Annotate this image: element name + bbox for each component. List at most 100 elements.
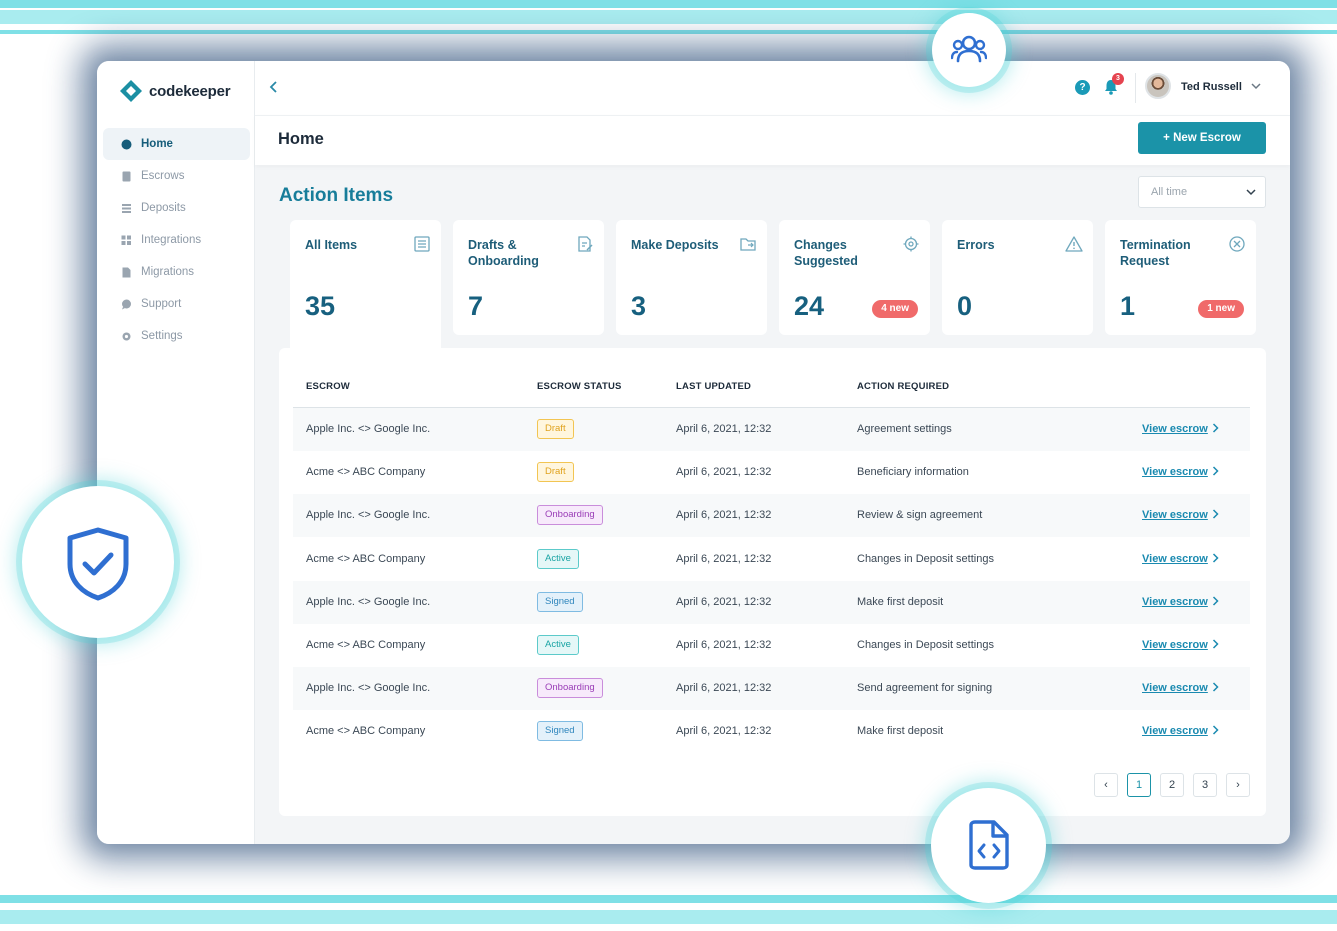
help-icon[interactable]: ? — [1075, 80, 1090, 95]
card-label: Errors — [957, 238, 995, 252]
collapse-sidebar-button[interactable] — [269, 80, 279, 96]
status-badge: Onboarding — [537, 678, 603, 699]
card-label: Make Deposits — [631, 238, 719, 252]
chevron-right-icon[interactable] — [1212, 508, 1219, 522]
sidebar-item-support[interactable]: Support — [103, 288, 250, 320]
sidebar-item-label: Integrations — [141, 234, 202, 246]
sidebar-item-integrations[interactable]: Integrations — [103, 224, 250, 256]
table-row[interactable]: Acme <> ABC Company Draft April 6, 2021, 1… — [293, 451, 1250, 494]
home-icon — [121, 139, 132, 149]
action-required: Make first deposit — [857, 595, 944, 608]
view-escrow-link[interactable]: View escrow — [1142, 639, 1208, 651]
decor-stripe — [0, 10, 1337, 24]
table-row[interactable]: Acme <> ABC Company Signed April 6, 2021, … — [293, 710, 1250, 753]
card-value: 3 — [631, 291, 647, 321]
chevron-right-icon[interactable] — [1212, 552, 1219, 566]
warning-icon — [1065, 236, 1083, 252]
new-items-badge: 4 new — [872, 300, 918, 318]
status-badge: Active — [537, 635, 579, 655]
gear-icon — [903, 236, 919, 252]
page-1-button[interactable]: 1 — [1127, 773, 1151, 797]
last-updated: April 6, 2021, 12:32 — [676, 423, 772, 435]
logo[interactable]: codekeeper — [119, 78, 231, 104]
sidebar-item-label: Migrations — [141, 266, 195, 278]
table-row[interactable]: Acme <> ABC Company Active April 6, 2021, … — [293, 624, 1250, 667]
card-make-deposits[interactable]: Make Deposits 3 — [616, 220, 767, 335]
list-icon — [122, 203, 131, 213]
prev-page-button[interactable]: ‹ — [1094, 773, 1118, 797]
table-row[interactable]: Apple Inc. <> Google Inc. Signed April 6, … — [293, 580, 1250, 624]
app-window: codekeeper Home Escrows Deposits Integratio… — [97, 61, 1290, 844]
view-escrow-link[interactable]: View escrow — [1142, 725, 1208, 737]
view-escrow-link[interactable]: View escrow — [1142, 466, 1208, 478]
chevron-right-icon[interactable] — [1212, 724, 1219, 738]
file-icon — [122, 267, 131, 277]
sidebar-item-home[interactable]: Home — [103, 128, 250, 160]
escrow-name: Acme <> ABC Company — [306, 466, 426, 479]
header-divider — [1135, 73, 1136, 103]
action-required: Agreement settings — [857, 423, 952, 435]
code-file-icon — [969, 820, 1009, 870]
time-filter-value: All time — [1151, 186, 1188, 198]
table-row[interactable]: Apple Inc. <> Google Inc. Draft April 6, 2… — [293, 408, 1250, 451]
last-updated: April 6, 2021, 12:32 — [676, 595, 772, 608]
table-row[interactable]: Apple Inc. <> Google Inc. Onboarding April… — [293, 494, 1250, 538]
top-bar: ? 3 Ted Russell — [255, 61, 1290, 115]
section-title: Action Items — [279, 185, 394, 206]
status-badge: Active — [537, 548, 579, 569]
view-escrow-link[interactable]: View escrow — [1142, 553, 1208, 565]
decor-stripe — [0, 30, 1337, 34]
chevron-right-icon[interactable] — [1212, 681, 1219, 695]
card-all-items[interactable]: All Items 35 — [290, 220, 441, 355]
chevron-right-icon[interactable] — [1212, 422, 1219, 436]
view-escrow-link[interactable]: View escrow — [1142, 423, 1208, 435]
sidebar-nav: Home Escrows Deposits Integrations Migration… — [103, 128, 250, 352]
card-errors[interactable]: Errors 0 — [942, 220, 1093, 335]
new-escrow-button[interactable]: + New Escrow — [1138, 122, 1266, 154]
user-name[interactable]: Ted Russell — [1181, 81, 1242, 93]
view-escrow-link[interactable]: View escrow — [1142, 509, 1208, 521]
action-required: Beneficiary information — [857, 466, 969, 479]
card-value: 7 — [468, 291, 484, 321]
view-escrow-link[interactable]: View escrow — [1142, 596, 1208, 608]
column-header-status[interactable]: ESCROW STATUS — [537, 381, 622, 392]
chevron-right-icon[interactable] — [1212, 638, 1219, 652]
escrow-name: Apple Inc. <> Google Inc. — [306, 682, 431, 695]
column-header-escrow[interactable]: ESCROW — [306, 381, 350, 392]
time-filter-select[interactable]: All time — [1138, 176, 1266, 208]
sidebar-item-escrows[interactable]: Escrows — [103, 160, 250, 192]
chevron-right-icon[interactable] — [1212, 595, 1219, 609]
card-drafts-onboarding[interactable]: Drafts & Onboarding 7 — [453, 220, 604, 335]
card-termination-request[interactable]: Termination Request 1 1 new — [1105, 220, 1256, 335]
status-badge: Draft — [537, 462, 574, 483]
sidebar-item-migrations[interactable]: Migrations — [103, 256, 250, 288]
last-updated: April 6, 2021, 12:32 — [676, 639, 772, 651]
column-header-action[interactable]: ACTION REQUIRED — [857, 381, 949, 392]
column-header-updated[interactable]: LAST UPDATED — [676, 381, 751, 392]
chat-icon — [122, 299, 131, 309]
table-row[interactable]: Apple Inc. <> Google Inc. Onboarding April… — [293, 667, 1250, 711]
table-row[interactable]: Acme <> ABC Company Active April 6, 2021, … — [293, 538, 1250, 581]
page-title: Home — [278, 130, 324, 148]
decor-stripe — [0, 895, 1337, 903]
avatar[interactable] — [1145, 73, 1171, 99]
page-3-button[interactable]: 3 — [1193, 773, 1217, 797]
chevron-right-icon[interactable] — [1212, 465, 1219, 479]
card-changes-suggested[interactable]: Changes Suggested 24 4 new — [779, 220, 930, 335]
view-escrow-link[interactable]: View escrow — [1142, 682, 1208, 694]
sidebar-item-label: Escrows — [141, 170, 185, 182]
new-items-badge: 1 new — [1198, 300, 1244, 318]
sidebar-item-label: Settings — [141, 330, 183, 342]
escrow-name: Apple Inc. <> Google Inc. — [306, 423, 431, 435]
notification-count-badge: 3 — [1112, 73, 1124, 85]
chevron-left-icon — [269, 81, 277, 93]
status-badge: Signed — [537, 721, 583, 742]
last-updated: April 6, 2021, 12:32 — [676, 552, 772, 565]
next-page-button[interactable]: › — [1226, 773, 1250, 797]
user-menu-chevron-icon[interactable] — [1251, 79, 1261, 93]
sidebar-item-deposits[interactable]: Deposits — [103, 192, 250, 224]
sidebar-item-settings[interactable]: Settings — [103, 320, 250, 352]
page-2-button[interactable]: 2 — [1160, 773, 1184, 797]
close-circle-icon — [1229, 236, 1245, 252]
card-label: Drafts & Onboarding — [468, 238, 539, 268]
